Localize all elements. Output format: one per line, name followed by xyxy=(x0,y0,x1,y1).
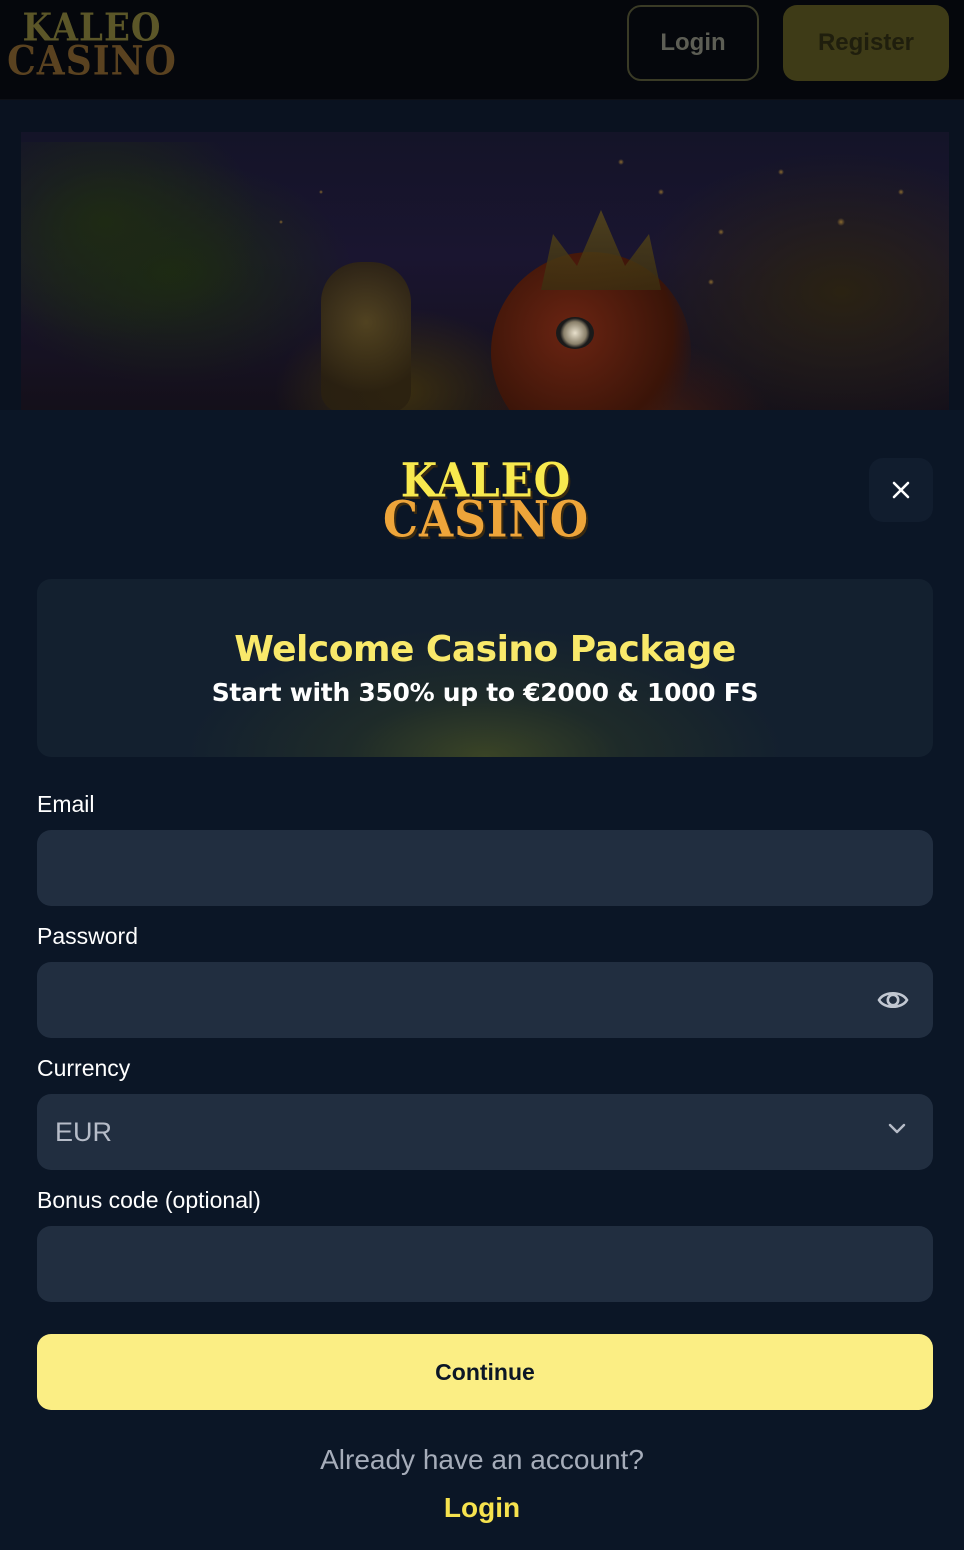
password-label: Password xyxy=(37,923,138,949)
close-button[interactable] xyxy=(869,458,933,522)
chevron-down-icon xyxy=(888,1123,906,1134)
already-have-account-text: Already have an account? xyxy=(320,1444,644,1475)
currency-value: EUR xyxy=(55,1116,113,1147)
currency-select[interactable]: EUR xyxy=(37,1094,933,1170)
welcome-package-card: Welcome Casino Package Start with 350% u… xyxy=(37,579,933,757)
currency-label: Currency xyxy=(37,1055,131,1081)
eye-icon[interactable] xyxy=(877,986,909,1014)
header-login-button[interactable]: Login xyxy=(627,5,759,81)
banner-drink xyxy=(321,262,411,410)
close-icon xyxy=(892,481,910,499)
email-field[interactable] xyxy=(37,830,933,906)
header-logo[interactable]: KALEO CASINO xyxy=(7,6,176,84)
header-logo-line2: CASINO xyxy=(7,37,177,85)
promo-title: Welcome Casino Package xyxy=(234,629,736,670)
continue-button[interactable]: Continue xyxy=(37,1334,933,1410)
top-header: KALEO CASINO Login Register xyxy=(0,0,964,100)
password-field[interactable] xyxy=(37,962,933,1038)
promo-subtitle: Start with 350% up to €2000 & 1000 FS xyxy=(211,678,759,707)
modal-logo-line2: CASINO xyxy=(382,491,590,550)
promo-banner-image xyxy=(21,132,949,410)
bonus-code-label: Bonus code (optional) xyxy=(37,1187,261,1213)
modal-logo: KALEO CASINO xyxy=(383,454,588,550)
header-register-button[interactable]: Register xyxy=(783,5,949,81)
email-label: Email xyxy=(37,791,95,817)
bonus-code-field[interactable] xyxy=(37,1226,933,1302)
register-modal: KALEO CASINO Welcome Casino Package Star… xyxy=(0,410,964,1550)
login-link[interactable]: Login xyxy=(0,1492,964,1524)
banner-parrot-eye xyxy=(556,317,594,349)
banner-lights xyxy=(21,132,949,410)
